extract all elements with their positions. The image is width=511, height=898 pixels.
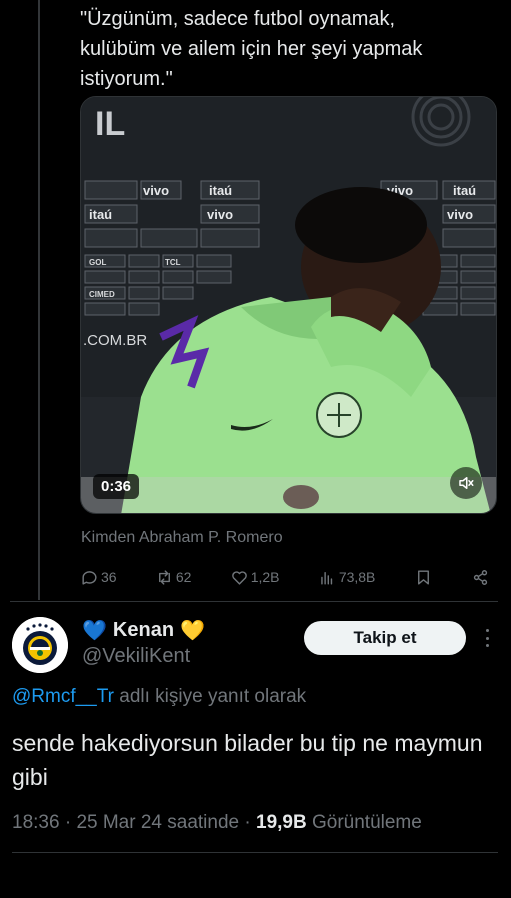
- backdrop-logo-text: IL: [95, 105, 125, 143]
- follow-button[interactable]: Takip et: [304, 621, 466, 655]
- backdrop-sponsor: TCL: [165, 258, 181, 267]
- reply-mention-link[interactable]: @Rmcf__Tr: [12, 686, 114, 707]
- author-handle[interactable]: @VekiliKent: [82, 645, 190, 668]
- like-button[interactable]: 1,2B: [230, 568, 280, 587]
- author-display-name: Kenan: [112, 619, 175, 641]
- dot-icon: [485, 644, 489, 647]
- author-name[interactable]: 💙 Kenan 💛: [82, 618, 205, 643]
- backdrop-sponsor: vivo: [207, 207, 233, 222]
- share-icon: [473, 569, 488, 585]
- more-options-button[interactable]: [478, 626, 496, 650]
- tweet-text: sende hakediyorsun bilader bu tip ne may…: [12, 730, 483, 790]
- backdrop-sponsor: vivo: [143, 183, 169, 198]
- meta-separator: ·: [59, 812, 77, 833]
- bookmark-button[interactable]: [414, 568, 433, 587]
- dot-icon: [485, 636, 489, 640]
- meta-separator: ·: [239, 812, 256, 833]
- quoted-tweet-text: "Üzgünüm, sadece futbol oynamak, kulübüm…: [80, 8, 423, 90]
- video-frame: IL vivo itaú vivo itaú itaú vivo vivo GO…: [81, 97, 496, 513]
- tweet-meta: 18:36 · 25 Mar 24 saatinde · 19,9B Görün…: [12, 812, 422, 834]
- reply-icon: [82, 570, 97, 585]
- video-source-attribution[interactable]: Kimden Abraham P. Romero: [81, 529, 283, 547]
- tweet-view-label: Görüntüleme: [306, 812, 422, 833]
- backdrop-sponsor: vivo: [447, 207, 473, 222]
- tweet-date[interactable]: 25 Mar 24 saatinde: [76, 812, 239, 833]
- backdrop-url-text: .COM.BR: [83, 332, 147, 349]
- backdrop-sponsor: itaú: [453, 183, 476, 198]
- yellow-heart-emoji: 💛: [180, 620, 205, 642]
- replying-to-line: @Rmcf__Tr adlı kişiye yanıt olarak: [12, 686, 306, 708]
- divider: [12, 852, 498, 853]
- bookmark-icon: [417, 569, 429, 585]
- avatar[interactable]: [12, 617, 68, 673]
- speaker-muted-icon: [459, 477, 474, 489]
- reply-button[interactable]: 36: [80, 568, 117, 587]
- mute-button[interactable]: [450, 467, 482, 499]
- like-count: 1,2B: [250, 569, 280, 585]
- quoted-tweet-action-bar: 36 62 1,2B 73,8B: [80, 566, 490, 588]
- repost-button[interactable]: 62: [155, 568, 192, 587]
- view-count: 73,8B: [338, 569, 376, 585]
- reply-count: 36: [101, 569, 117, 585]
- analytics-icon: [321, 571, 332, 585]
- backdrop-sponsor: CIMED: [89, 290, 115, 299]
- backdrop-sponsor: GOL: [89, 258, 106, 267]
- dot-icon: [485, 629, 489, 632]
- tweet-view-count: 19,9B: [256, 812, 307, 833]
- reply-to-suffix: adlı kişiye yanıt olarak: [113, 686, 307, 707]
- video-player[interactable]: IL vivo itaú vivo itaú itaú vivo vivo GO…: [80, 96, 497, 514]
- repost-count: 62: [175, 569, 192, 585]
- share-button[interactable]: [471, 568, 490, 587]
- video-duration-badge: 0:36: [93, 474, 140, 499]
- repost-icon: [158, 569, 170, 585]
- club-crest-icon: [12, 617, 68, 673]
- thread-connector-line: [38, 0, 40, 600]
- heart-icon: [231, 570, 247, 585]
- tweet-time[interactable]: 18:36: [12, 812, 60, 833]
- views-button[interactable]: 73,8B: [318, 568, 376, 587]
- backdrop-sponsor: itaú: [89, 207, 112, 222]
- blue-heart-emoji: 💙: [82, 620, 107, 642]
- backdrop-sponsor: itaú: [209, 183, 232, 198]
- divider: [10, 601, 498, 602]
